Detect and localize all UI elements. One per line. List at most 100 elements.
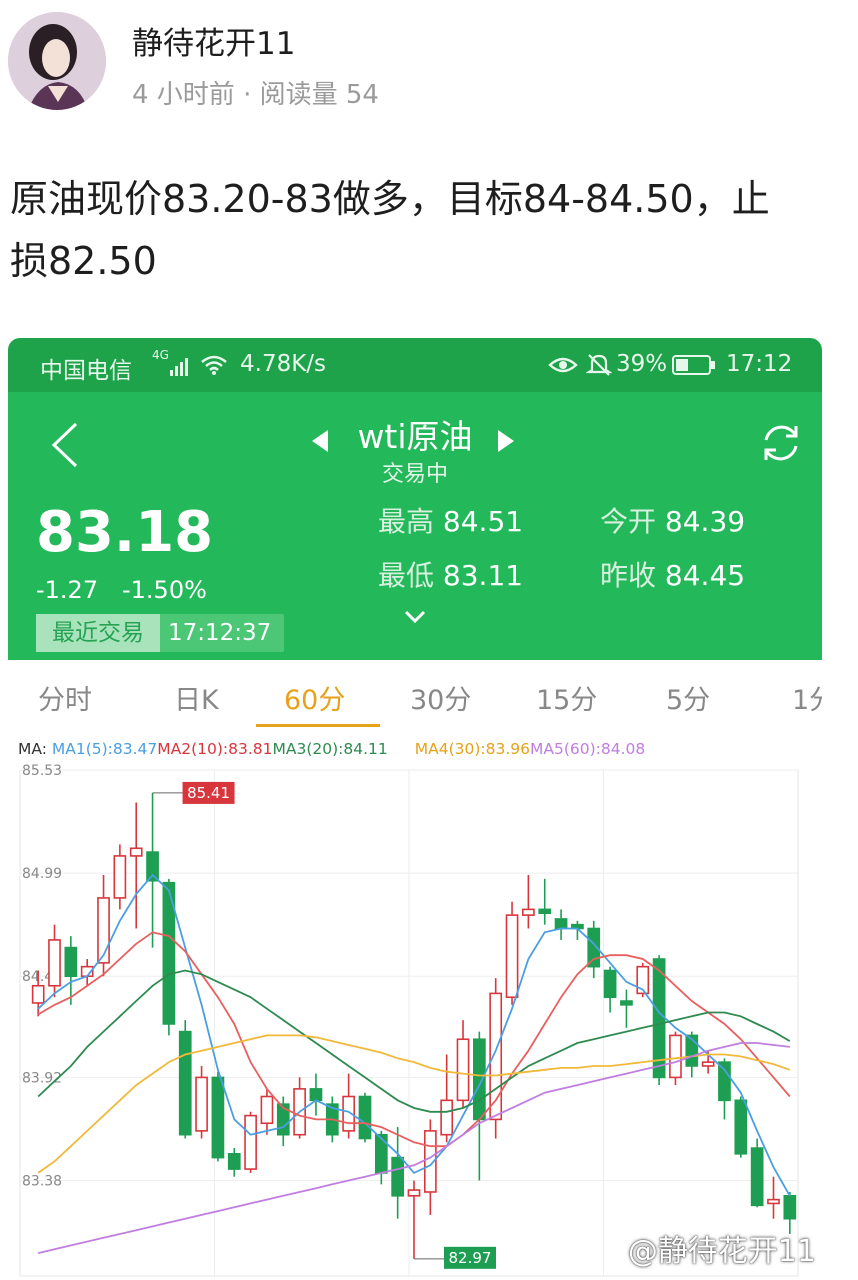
stat-label: 最低 (378, 559, 435, 592)
post-text-line: 原油现价83.20-83做多，目标84-84.50，止 (10, 177, 770, 221)
candle-body (505, 914, 519, 999)
candle-body (195, 1076, 208, 1132)
y-tick-label: 83.92 (22, 1070, 62, 1086)
post-text: 原油现价83.20-83做多，目标84-84.50，止 损82.50 (10, 168, 840, 292)
stat-label: 今开 (600, 505, 657, 538)
price-change: -1.27 (36, 576, 99, 604)
chevron-down-icon[interactable] (402, 604, 428, 630)
embedded-screenshot[interactable]: 中国电信 4G 4.78K/s 39% 17:12 wti原油 交易中 83.1… (8, 338, 822, 1280)
min-price-label: 82.97 (449, 1249, 492, 1267)
candle-body (522, 908, 535, 916)
ma4-label: MA4(30):83.96 (414, 740, 530, 758)
stat-open: 今开 84.39 (600, 500, 745, 540)
network-type: 4G (152, 348, 169, 362)
candle-body (456, 1038, 470, 1102)
candle-body (718, 1061, 731, 1102)
candle-body (750, 1147, 764, 1207)
y-tick-label: 85.53 (22, 763, 62, 779)
max-price-label: 85.41 (187, 784, 230, 802)
carrier: 中国电信 (40, 358, 132, 384)
stat-high: 最高 84.51 (378, 500, 523, 540)
author-name[interactable]: 静待花开11 (132, 18, 295, 63)
next-instrument-icon[interactable] (498, 430, 514, 452)
stat-label: 最高 (378, 505, 435, 538)
candle-body (669, 1034, 682, 1079)
tab-15min[interactable]: 15分 (536, 678, 597, 717)
candle-body (783, 1195, 797, 1220)
stat-value: 83.11 (442, 559, 524, 592)
stat-prev-close: 昨收 84.45 (600, 554, 745, 594)
network-speed: 4.78K/s (240, 351, 327, 377)
candle-body (407, 1189, 421, 1197)
ma-prefix: MA: (18, 740, 47, 758)
eye-icon (548, 357, 578, 373)
candle-body (129, 847, 143, 857)
post-text-line: 损82.50 (10, 239, 157, 283)
quote-panel: wti原油 交易中 83.18 -1.27 -1.50% 最高 84.51 今开… (8, 392, 822, 660)
stat-label: 昨收 (600, 559, 657, 592)
candle-body (146, 851, 159, 882)
candle-body (603, 969, 617, 999)
y-tick-label: 83.38 (22, 1174, 62, 1190)
candle-body (538, 908, 552, 915)
watermark: @静待花开11 (627, 1234, 816, 1269)
tab-timeshare[interactable]: 分时 (38, 678, 92, 717)
candle-body (309, 1088, 323, 1102)
trading-status: 交易中 (381, 462, 448, 487)
instrument-title: wti原油 (357, 417, 473, 456)
candle-body (767, 1198, 780, 1205)
stat-value: 84.39 (664, 505, 746, 538)
candle-body (440, 1099, 454, 1136)
candle-body (473, 1038, 486, 1121)
candle-body (227, 1152, 241, 1170)
battery-icon (672, 355, 715, 375)
stat-value: 84.45 (664, 559, 746, 592)
candle-body (244, 1114, 257, 1170)
candle-body (734, 1099, 748, 1155)
ma1-label: MA1(5):83.47 (51, 740, 158, 758)
candle-body (260, 1095, 274, 1125)
stat-value: 84.51 (442, 505, 524, 538)
wifi-icon (201, 355, 227, 375)
price-change-percent: -1.50% (122, 576, 207, 604)
refresh-icon[interactable] (758, 420, 804, 466)
y-tick-label: 84.99 (22, 866, 62, 882)
ma-legend: MA: MA1(5):83.47MA2(10):83.81MA3(20):84.… (18, 740, 645, 758)
tab-5min[interactable]: 5分 (666, 678, 710, 717)
current-price: 83.18 (36, 500, 214, 565)
tab-1min[interactable]: 1分 (792, 678, 822, 717)
period-tabs: 分时 日K 60分 30分 15分 5分 1分 (8, 660, 822, 730)
candle-body (391, 1156, 405, 1197)
ma5-label: MA5(60):84.08 (530, 740, 646, 758)
ma2-label: MA2(10):83.81 (157, 740, 273, 758)
signal-icon (170, 358, 188, 376)
candle-body (358, 1095, 372, 1140)
mute-bell-icon (586, 354, 612, 376)
candle-body (64, 946, 78, 978)
candle-body (31, 984, 45, 1004)
post-header: 静待花开11 4 小时前 · 阅读量 54 (0, 0, 858, 140)
clock: 17:12 (726, 351, 793, 377)
ma3-label: MA3(20):84.11 (272, 740, 388, 758)
last-trade-label: 最近交易 (36, 614, 160, 652)
tab-60min[interactable]: 60分 (284, 678, 345, 717)
candle-body (178, 1030, 192, 1136)
status-bar: 中国电信 4G 4.78K/s 39% 17:12 (8, 338, 822, 392)
tab-daily-k[interactable]: 日K (174, 678, 219, 717)
tab-30min[interactable]: 30分 (410, 678, 471, 717)
last-trade-badge: 最近交易 17:12:37 (36, 614, 284, 652)
candle-body (701, 1061, 715, 1067)
candle-body (113, 855, 127, 899)
candlestick-chart[interactable]: 85.5384.9984.4583.9283.3885.4182.97 (8, 758, 822, 1280)
candle-body (48, 939, 61, 987)
candle-body (554, 918, 568, 930)
active-tab-indicator (256, 724, 380, 727)
candle-body (374, 1133, 388, 1174)
candle-body (211, 1076, 225, 1159)
candle-body (620, 1000, 633, 1006)
avatar-image (8, 12, 106, 110)
battery-percent: 39% (616, 351, 668, 377)
stat-low: 最低 83.11 (378, 554, 523, 594)
avatar[interactable] (8, 12, 106, 110)
last-trade-time: 17:12:37 (168, 620, 272, 646)
